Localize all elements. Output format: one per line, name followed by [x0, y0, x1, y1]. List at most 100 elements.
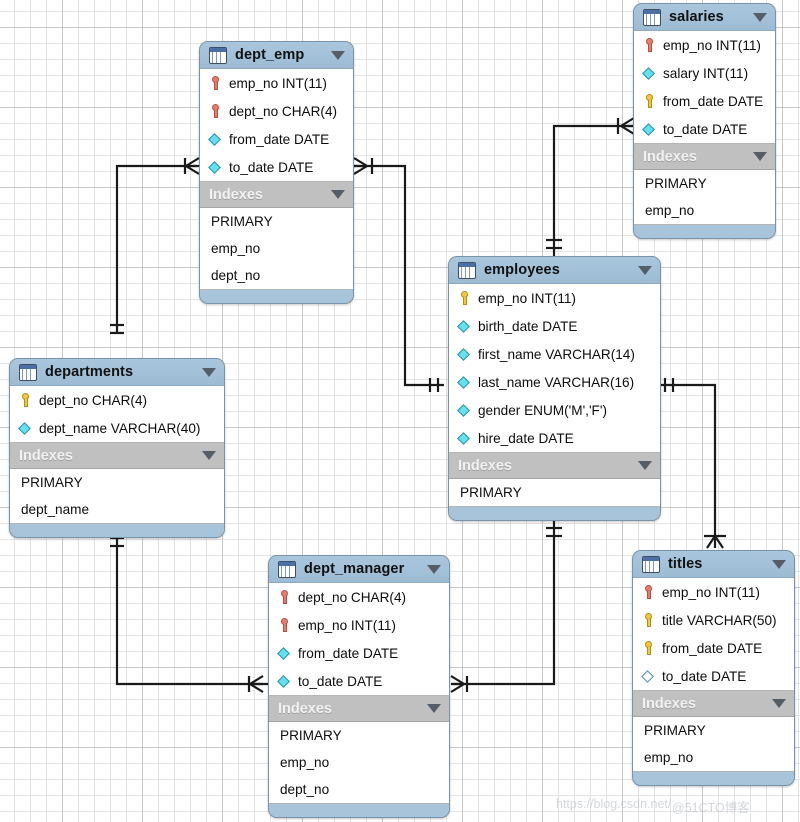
table-dept_manager[interactable]: dept_manager dept_no CHAR(4) emp_no INT(… — [268, 555, 450, 818]
index-row[interactable]: PRIMARY — [269, 722, 449, 749]
index-list: PRIMARY dept_name — [10, 469, 224, 524]
index-row[interactable]: dept_no — [269, 776, 449, 803]
table-header-dept_emp[interactable]: dept_emp — [200, 42, 353, 69]
column-label: gender ENUM('M','F') — [478, 403, 607, 418]
column-row[interactable]: from_date DATE — [269, 639, 449, 667]
index-row[interactable]: dept_no — [200, 262, 353, 289]
column-row[interactable]: emp_no INT(11) — [269, 611, 449, 639]
pk-key-icon — [17, 392, 33, 408]
indexes-header[interactable]: Indexes — [10, 443, 224, 469]
column-row[interactable]: hire_date DATE — [449, 424, 660, 452]
table-header-salaries[interactable]: salaries — [634, 4, 775, 31]
index-row[interactable]: emp_no — [633, 744, 794, 771]
column-row[interactable]: to_date DATE — [634, 115, 775, 143]
column-label: to_date DATE — [663, 122, 747, 137]
index-row[interactable]: PRIMARY — [449, 479, 660, 506]
collapse-caret-icon[interactable] — [753, 152, 767, 161]
column-row[interactable]: emp_no INT(11) — [634, 31, 775, 59]
column-row[interactable]: from_date DATE — [200, 125, 353, 153]
collapse-caret-icon[interactable] — [753, 13, 767, 22]
column-label: title VARCHAR(50) — [662, 613, 777, 628]
collapse-caret-icon[interactable] — [202, 368, 216, 377]
column-label: emp_no INT(11) — [298, 618, 396, 633]
relationship-departments-dept_manager — [110, 535, 268, 692]
column-row[interactable]: from_date DATE — [634, 87, 775, 115]
index-row[interactable]: emp_no — [200, 235, 353, 262]
indexes-header[interactable]: Indexes — [269, 696, 449, 722]
eer-diagram-canvas[interactable]: dept_emp emp_no INT(11) dept_no CHAR(4) … — [0, 0, 800, 822]
indexes-header[interactable]: Indexes — [633, 691, 794, 717]
index-row[interactable]: PRIMARY — [200, 208, 353, 235]
watermark-51cto: @51CTO博客 — [672, 797, 750, 816]
index-row[interactable]: PRIMARY — [10, 469, 224, 496]
column-row[interactable]: to_date DATE — [269, 667, 449, 695]
fk-key-icon — [207, 75, 223, 91]
column-row[interactable]: dept_no CHAR(4) — [200, 97, 353, 125]
pk-key-icon — [640, 612, 656, 628]
table-header-titles[interactable]: titles — [633, 551, 794, 578]
collapse-caret-icon[interactable] — [772, 560, 786, 569]
collapse-caret-icon[interactable] — [638, 266, 652, 275]
column-label: emp_no INT(11) — [478, 291, 576, 306]
column-icon — [456, 374, 472, 390]
column-label: to_date DATE — [662, 669, 746, 684]
column-label: to_date DATE — [229, 160, 313, 175]
column-row[interactable]: emp_no INT(11) — [633, 578, 794, 606]
table-footer — [200, 290, 353, 303]
collapse-caret-icon[interactable] — [202, 451, 216, 460]
column-icon — [207, 131, 223, 147]
indexes-header[interactable]: Indexes — [200, 182, 353, 208]
table-header-dept_manager[interactable]: dept_manager — [269, 556, 449, 583]
table-departments[interactable]: departments dept_no CHAR(4) dept_name VA… — [9, 358, 225, 538]
collapse-caret-icon[interactable] — [427, 704, 441, 713]
column-row[interactable]: dept_name VARCHAR(40) — [10, 414, 224, 442]
table-icon — [209, 47, 227, 64]
column-row[interactable]: title VARCHAR(50) — [633, 606, 794, 634]
column-row[interactable]: to_date DATE — [633, 662, 794, 690]
table-dept_emp[interactable]: dept_emp emp_no INT(11) dept_no CHAR(4) … — [199, 41, 354, 304]
table-header-departments[interactable]: departments — [10, 359, 224, 386]
index-row[interactable]: emp_no — [634, 197, 775, 224]
collapse-caret-icon[interactable] — [331, 190, 345, 199]
indexes-header[interactable]: Indexes — [449, 453, 660, 479]
column-row[interactable]: salary INT(11) — [634, 59, 775, 87]
column-label: emp_no INT(11) — [663, 38, 761, 53]
collapse-caret-icon[interactable] — [638, 461, 652, 470]
index-row[interactable]: emp_no — [269, 749, 449, 776]
column-icon — [276, 673, 292, 689]
column-label: from_date DATE — [662, 641, 762, 656]
column-row[interactable]: gender ENUM('M','F') — [449, 396, 660, 424]
column-row[interactable]: first_name VARCHAR(14) — [449, 340, 660, 368]
column-row[interactable]: to_date DATE — [200, 153, 353, 181]
indexes-label: Indexes — [278, 701, 421, 717]
table-icon — [642, 556, 660, 573]
column-row[interactable]: last_name VARCHAR(16) — [449, 368, 660, 396]
column-row[interactable]: birth_date DATE — [449, 312, 660, 340]
table-salaries[interactable]: salaries emp_no INT(11) salary INT(11) f… — [633, 3, 776, 239]
column-row[interactable]: dept_no CHAR(4) — [10, 386, 224, 414]
indexes-header[interactable]: Indexes — [634, 144, 775, 170]
collapse-caret-icon[interactable] — [331, 51, 345, 60]
column-row[interactable]: emp_no INT(11) — [200, 69, 353, 97]
column-icon — [456, 430, 472, 446]
table-employees[interactable]: employees emp_no INT(11) birth_date DATE… — [448, 256, 661, 521]
column-label: dept_no CHAR(4) — [229, 104, 337, 119]
table-footer — [269, 804, 449, 817]
column-row[interactable]: emp_no INT(11) — [449, 284, 660, 312]
column-icon — [641, 65, 657, 81]
indexes-label: Indexes — [19, 448, 196, 464]
index-row[interactable]: dept_name — [10, 496, 224, 523]
index-row[interactable]: PRIMARY — [634, 170, 775, 197]
indexes-label: Indexes — [642, 696, 766, 712]
table-icon — [643, 9, 661, 26]
table-header-employees[interactable]: employees — [449, 257, 660, 284]
column-label: from_date DATE — [298, 646, 398, 661]
column-row[interactable]: dept_no CHAR(4) — [269, 583, 449, 611]
table-name: departments — [45, 364, 196, 380]
table-titles[interactable]: titles emp_no INT(11) title VARCHAR(50) … — [632, 550, 795, 786]
index-row[interactable]: PRIMARY — [633, 717, 794, 744]
collapse-caret-icon[interactable] — [427, 565, 441, 574]
table-name: dept_manager — [304, 561, 421, 577]
collapse-caret-icon[interactable] — [772, 699, 786, 708]
column-row[interactable]: from_date DATE — [633, 634, 794, 662]
